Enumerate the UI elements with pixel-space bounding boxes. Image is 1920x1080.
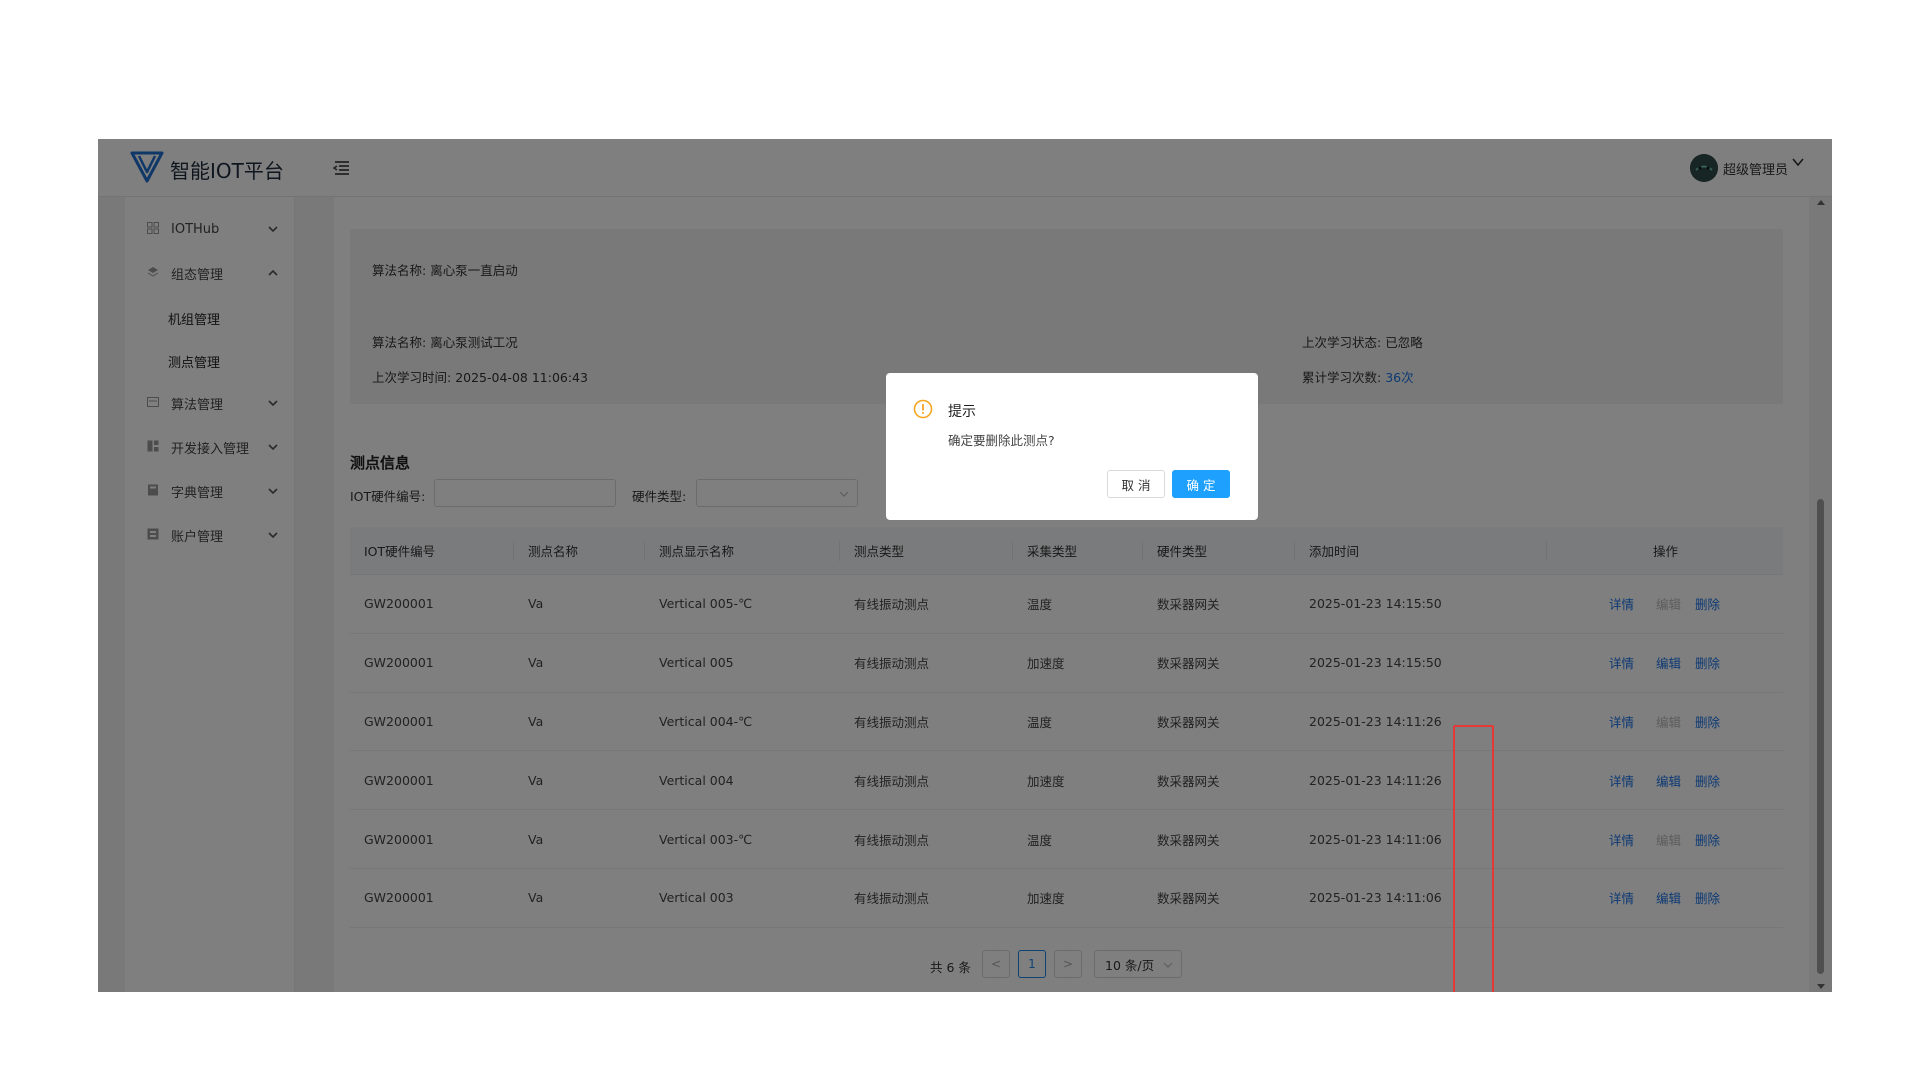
warning-icon [913,399,933,419]
cancel-button[interactable]: 取 消 [1107,470,1165,498]
confirm-button[interactable]: 确 定 [1172,470,1230,498]
delete-column-highlight [1453,725,1494,992]
dialog-message: 确定要删除此测点? [948,433,1055,448]
app-window: 智能IOT平台 超级管理员 IOTHub 组态管理 [98,139,1832,992]
confirm-dialog: 提示 确定要删除此测点? 取 消 确 定 [886,373,1258,520]
modal-overlay[interactable] [98,139,1832,992]
dialog-title: 提示 [948,404,976,420]
